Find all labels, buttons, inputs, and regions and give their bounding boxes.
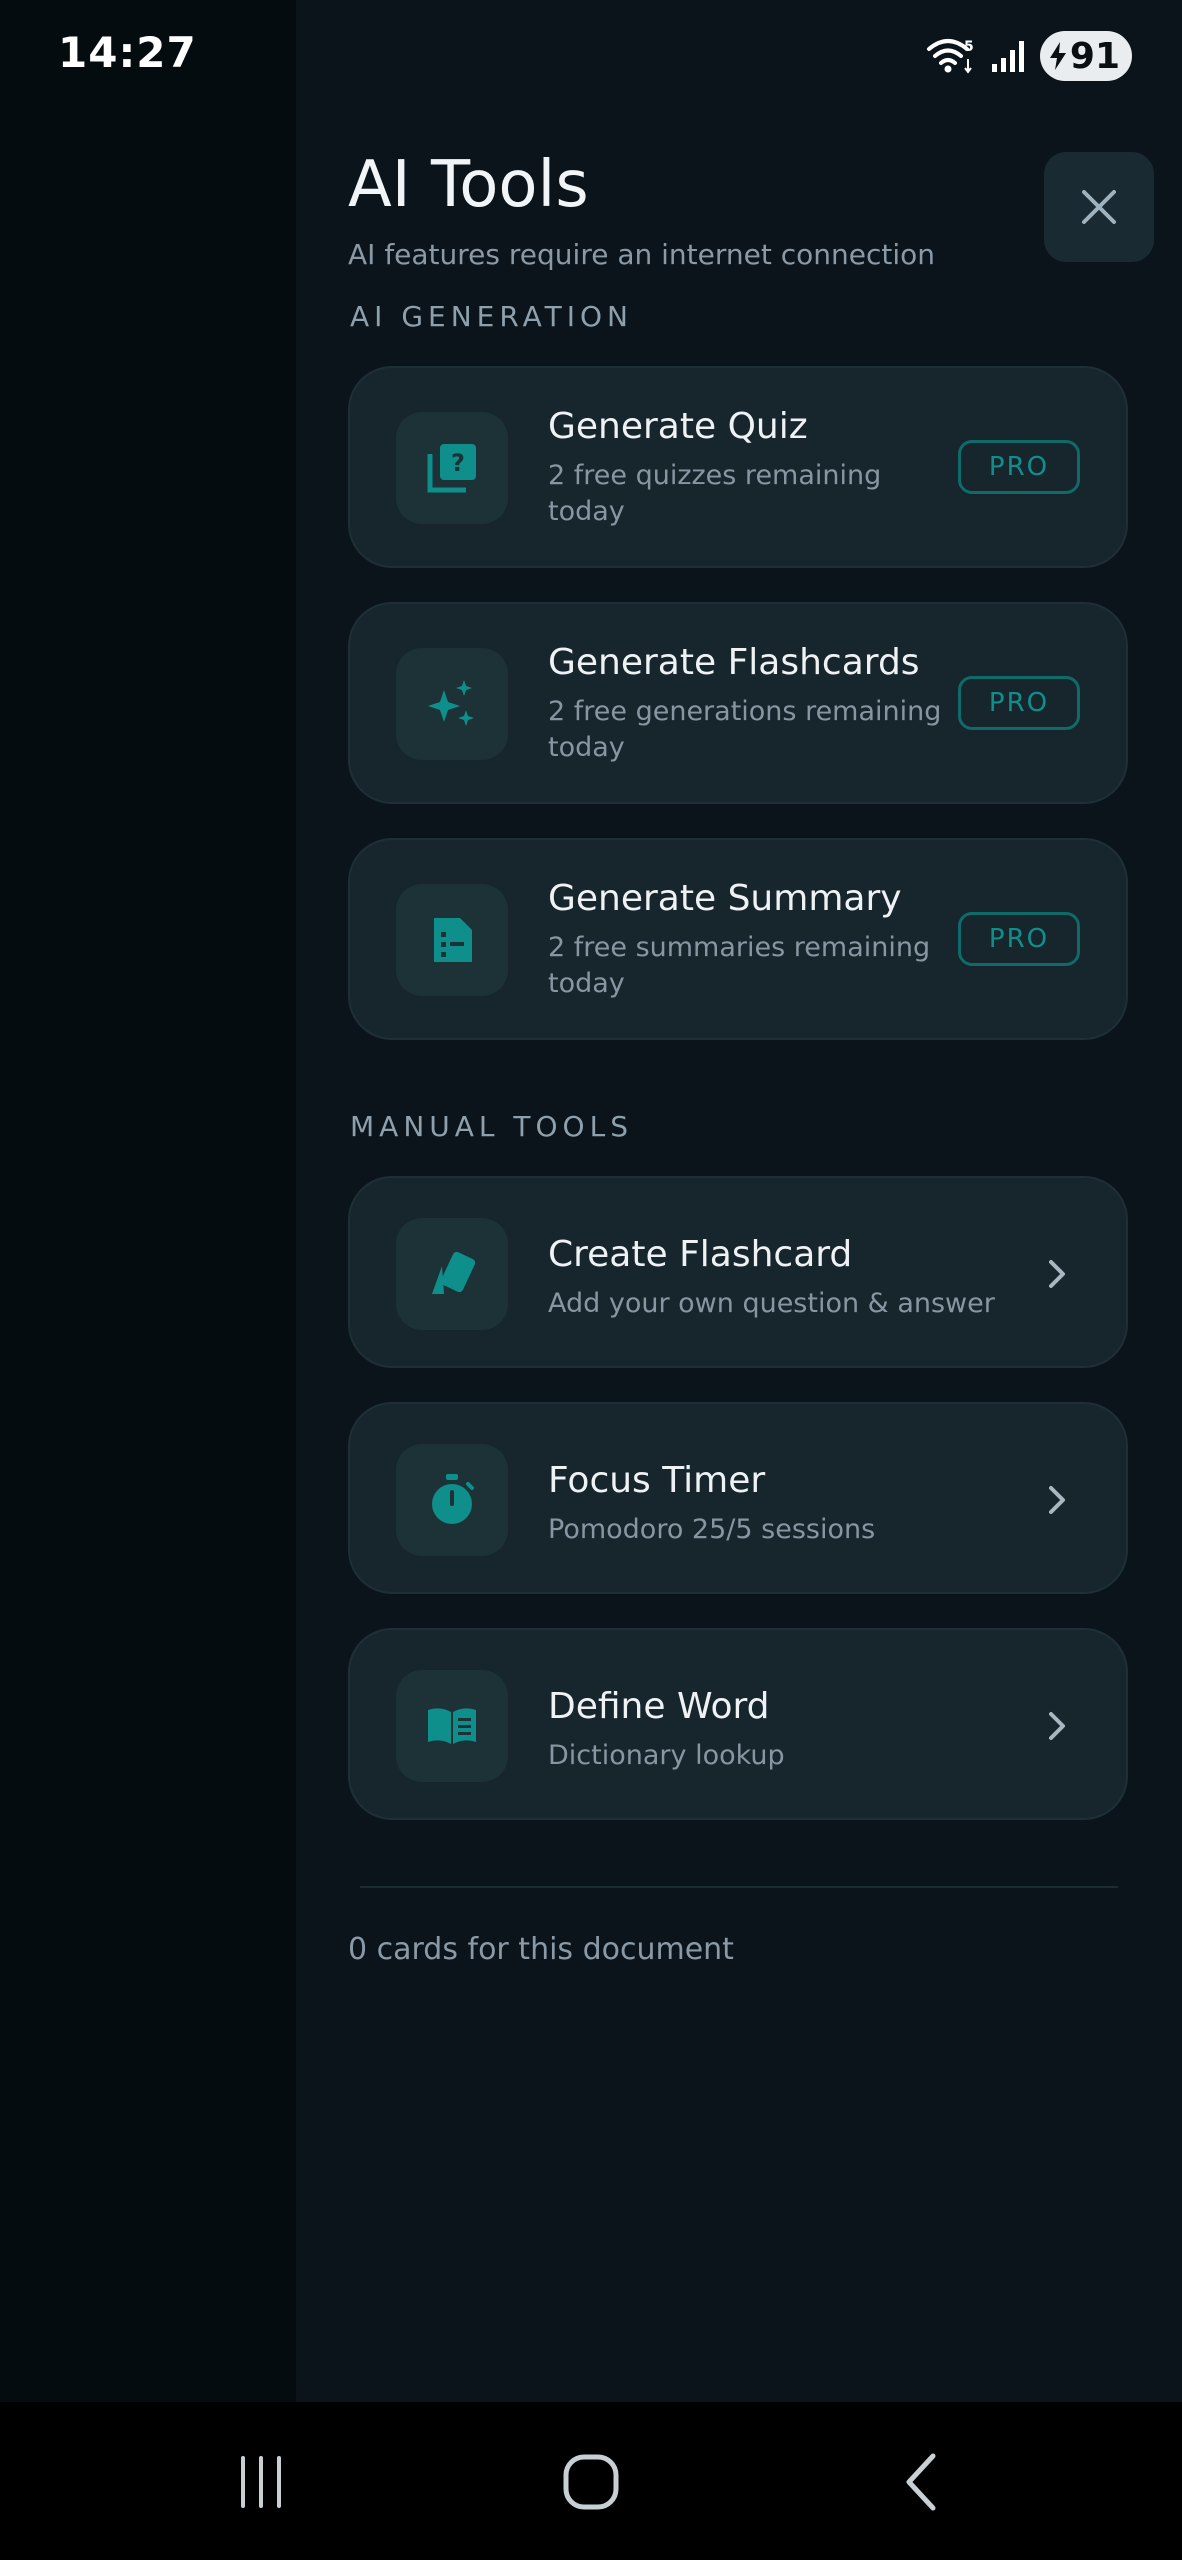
document-icon xyxy=(396,884,508,996)
card-subtitle: 2 free summaries remaining today xyxy=(548,932,931,999)
recent-apps-button[interactable] xyxy=(216,2442,306,2522)
quiz-icon: ? xyxy=(396,412,508,524)
generate-flashcards-card[interactable]: Generate Flashcards 2 free generations r… xyxy=(348,602,1128,804)
divider xyxy=(360,1886,1118,1888)
home-button[interactable] xyxy=(546,2442,636,2522)
back-icon xyxy=(906,2453,936,2511)
battery-level: 91 xyxy=(1069,35,1120,77)
section-label-ai-generation: AI GENERATION xyxy=(350,300,633,333)
home-icon xyxy=(563,2454,619,2510)
battery-indicator: 91 xyxy=(1039,31,1132,81)
card-subtitle: 2 free quizzes remaining today xyxy=(548,460,882,527)
chevron-right-icon xyxy=(1040,1709,1074,1743)
system-nav-bar xyxy=(0,2402,1182,2560)
pro-badge: PRO xyxy=(958,912,1080,966)
svg-text:?: ? xyxy=(451,449,465,477)
card-subtitle: 2 free generations remaining today xyxy=(548,696,942,763)
sparkle-icon xyxy=(396,648,508,760)
define-word-card[interactable]: Define Word Dictionary lookup xyxy=(348,1628,1128,1820)
generate-quiz-card[interactable]: ? Generate Quiz 2 free quizzes remaining… xyxy=(348,366,1128,568)
card-title: Focus Timer xyxy=(548,1460,766,1501)
card-title: Define Word xyxy=(548,1686,770,1727)
book-icon xyxy=(396,1670,508,1782)
screen: 14:27 5 91 AI Tools AI features require … xyxy=(0,0,1182,2560)
pro-badge: PRO xyxy=(958,440,1080,494)
wifi-badge: 5 xyxy=(964,39,974,55)
pro-badge: PRO xyxy=(958,676,1080,730)
card-title: Create Flashcard xyxy=(548,1234,853,1275)
create-flashcard-card[interactable]: Create Flashcard Add your own question &… xyxy=(348,1176,1128,1368)
close-button[interactable] xyxy=(1044,152,1154,262)
generate-summary-card[interactable]: Generate Summary 2 free summaries remain… xyxy=(348,838,1128,1040)
focus-timer-card[interactable]: Focus Timer Pomodoro 25/5 sessions xyxy=(348,1402,1128,1594)
card-subtitle: Dictionary lookup xyxy=(548,1740,785,1771)
status-icons: 5 91 xyxy=(926,30,1132,82)
wifi-icon: 5 xyxy=(926,37,976,75)
back-button[interactable] xyxy=(876,2442,966,2522)
card-title: Generate Quiz xyxy=(548,406,808,447)
page-title: AI Tools xyxy=(348,148,589,222)
chevron-right-icon xyxy=(1040,1483,1074,1517)
page-subtitle: AI features require an internet connecti… xyxy=(348,238,936,271)
cards-icon xyxy=(396,1218,508,1330)
card-count-text: 0 cards for this document xyxy=(348,1932,734,1967)
status-time: 14:27 xyxy=(58,28,197,77)
signal-icon xyxy=(990,38,1026,74)
dimmed-backdrop[interactable] xyxy=(0,0,296,2402)
chevron-right-icon xyxy=(1040,1257,1074,1291)
card-title: Generate Flashcards xyxy=(548,642,920,683)
stopwatch-icon xyxy=(396,1444,508,1556)
card-subtitle: Pomodoro 25/5 sessions xyxy=(548,1514,876,1545)
battery-charging-icon xyxy=(1049,42,1066,70)
card-title: Generate Summary xyxy=(548,878,902,919)
section-label-manual-tools: MANUAL TOOLS xyxy=(350,1110,633,1143)
recent-apps-icon xyxy=(241,2456,281,2508)
card-subtitle: Add your own question & answer xyxy=(548,1288,995,1319)
close-icon xyxy=(1082,190,1116,224)
